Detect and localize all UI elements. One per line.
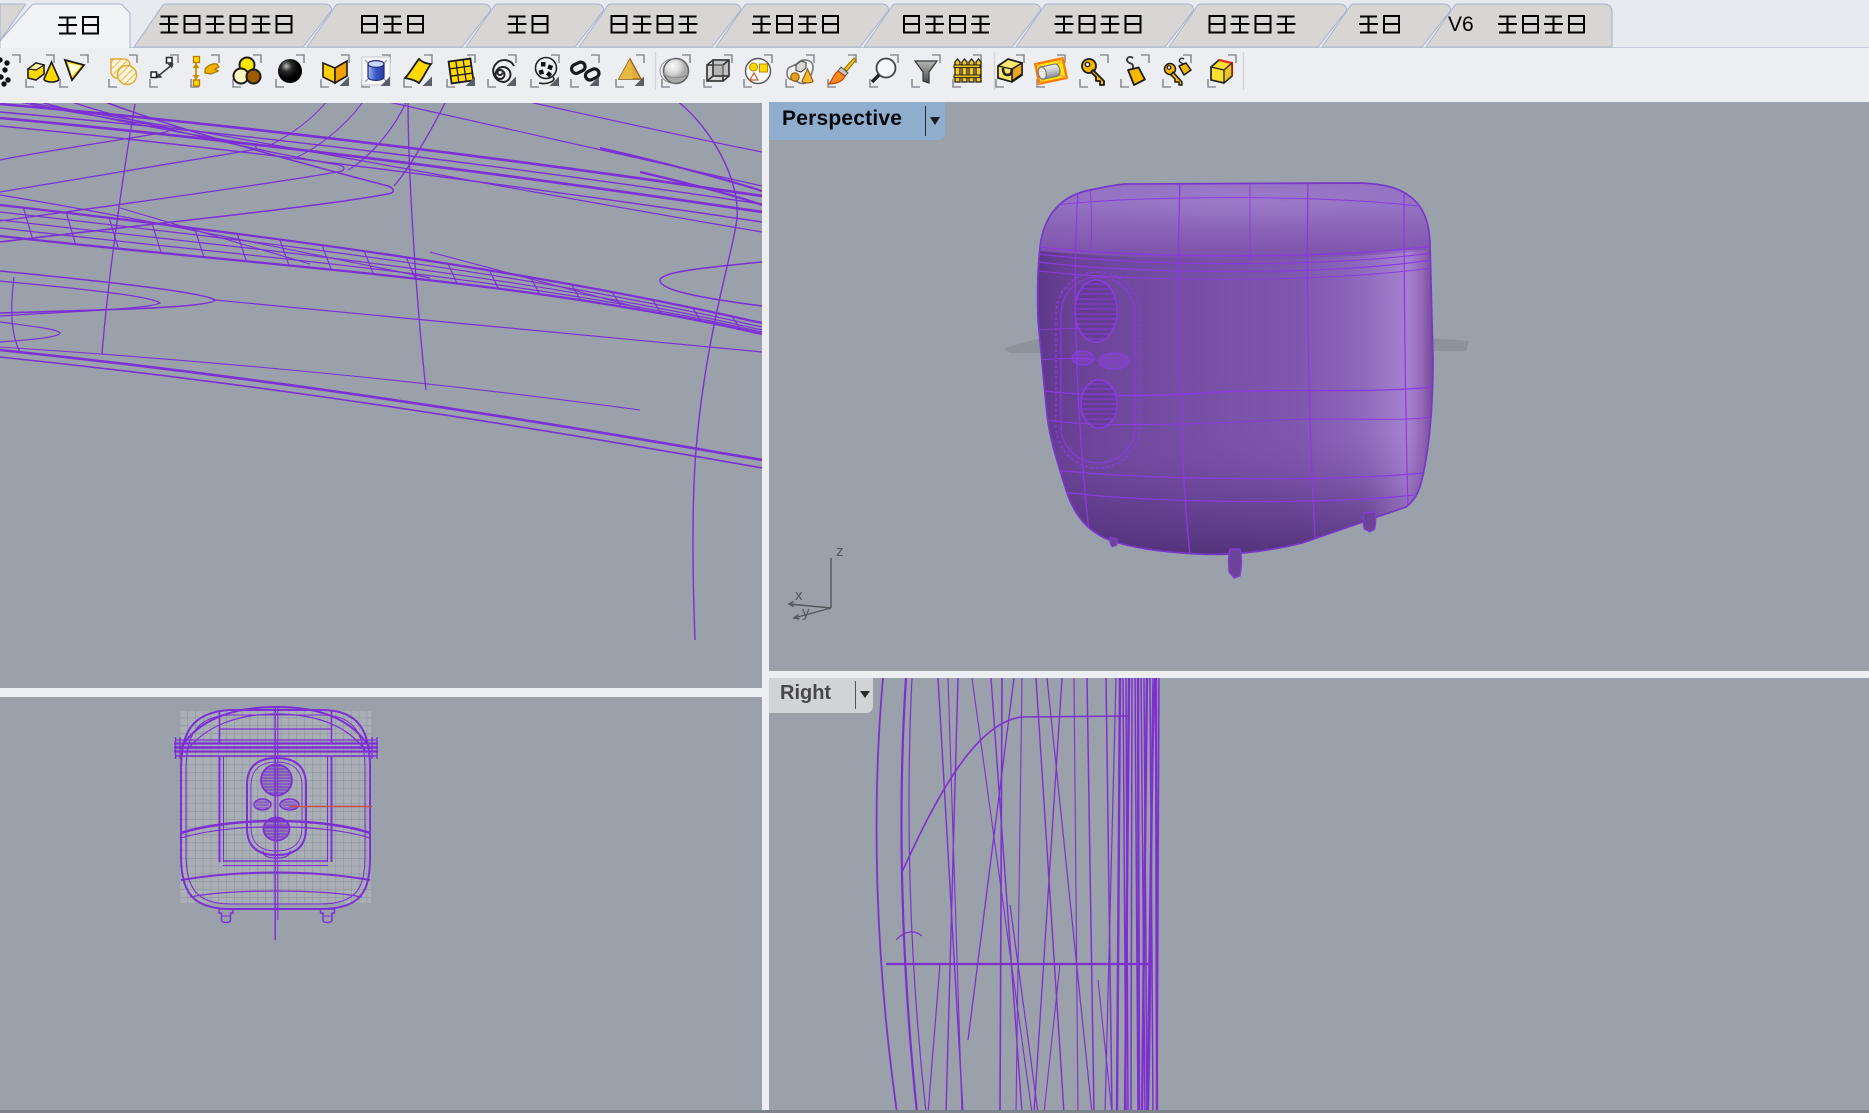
svg-text:z: z (836, 543, 844, 560)
svg-text:V6: V6 (1448, 13, 1474, 36)
svg-text:y: y (802, 604, 810, 621)
svg-text:x: x (795, 587, 803, 604)
